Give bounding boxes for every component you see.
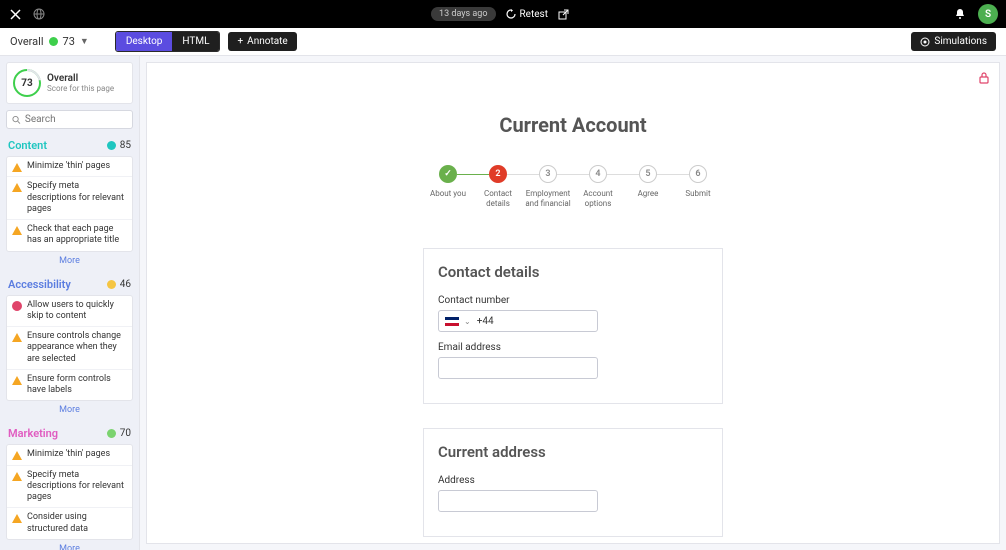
field-label: Contact number [438,295,708,306]
search-box[interactable] [6,110,133,129]
step-label: Agree [638,189,659,199]
more-link[interactable]: More [6,540,133,550]
step-label: Submit [685,189,710,199]
issue-item[interactable]: Minimize 'thin' pages [7,157,132,177]
page-title: Current Account [147,113,999,137]
search-icon [12,115,21,125]
overall-score-dropdown[interactable]: Overall 73 ▼ [10,35,89,48]
view-segment: Desktop HTML [115,31,221,52]
more-link[interactable]: More [6,401,133,419]
field-label: Address [438,475,708,486]
issue-item[interactable]: Specify meta descriptions for relevant p… [7,466,132,509]
bell-icon[interactable] [954,8,966,20]
current-address-card: Current address Address [423,428,723,537]
issue-item[interactable]: Check that each page has an appropriate … [7,220,132,251]
contact-details-card: Contact details Contact number ⌄ +44 Ema… [423,248,723,404]
form-heading: Contact details [438,263,708,281]
annotate-button[interactable]: +Annotate [228,32,296,51]
chevron-down-icon[interactable]: ⌄ [464,317,471,326]
avatar[interactable]: S [978,4,998,24]
preview-pane: Current Account ✓About you 2Contact deta… [146,62,1000,544]
step-label: About you [430,189,466,199]
warning-icon [12,162,22,172]
form-heading: Current address [438,443,708,461]
tab-html[interactable]: HTML [172,32,219,51]
category-marketing[interactable]: Marketing 70 [6,423,133,444]
flag-icon [445,317,459,326]
sidebar: 73 Overall Score for this page Content 8… [0,56,140,550]
issue-item[interactable]: Ensure form controls have labels [7,370,132,401]
retest-button[interactable]: Retest [506,9,548,20]
category-accessibility[interactable]: Accessibility 46 [6,274,133,295]
tab-desktop[interactable]: Desktop [116,32,173,51]
score-ring: 73 [13,69,41,97]
more-link[interactable]: More [6,252,133,270]
simulations-button[interactable]: Simulations [911,32,996,51]
warning-icon [12,450,22,460]
lock-icon[interactable] [977,71,991,85]
issue-item[interactable]: Minimize 'thin' pages [7,445,132,465]
warning-icon [12,375,22,385]
days-ago-pill: 13 days ago [431,7,495,21]
email-field[interactable] [438,357,598,379]
step-label: Account options [573,189,623,208]
globe-icon[interactable] [32,7,46,21]
warning-icon [12,225,22,235]
step-label: Contact details [473,189,523,208]
popout-icon[interactable] [558,9,569,20]
close-icon[interactable] [8,7,22,21]
stepper: ✓About you 2Contact details 3Employment … [147,165,999,208]
toolbar: Overall 73 ▼ Desktop HTML +Annotate Simu… [0,28,1006,56]
warning-icon [12,471,22,481]
score-title: Overall [47,73,114,84]
issue-item[interactable]: Specify meta descriptions for relevant p… [7,177,132,220]
field-label: Email address [438,342,708,353]
search-input[interactable] [25,114,127,125]
phone-input[interactable]: ⌄ +44 [438,310,598,332]
address-field[interactable] [438,490,598,512]
issue-item[interactable]: Allow users to quickly skip to content [7,296,132,328]
warning-icon [12,182,22,192]
warning-icon [12,332,22,342]
error-icon [12,301,22,311]
score-subtitle: Score for this page [47,84,114,93]
issue-item[interactable]: Consider using structured data [7,508,132,539]
category-content[interactable]: Content 85 [6,135,133,156]
warning-icon [12,513,22,523]
issue-item[interactable]: Ensure controls change appearance when t… [7,327,132,370]
overall-score-card[interactable]: 73 Overall Score for this page [6,62,133,104]
step-label: Employment and financial [523,189,573,208]
app-topbar: 13 days ago Retest S [0,0,1006,28]
